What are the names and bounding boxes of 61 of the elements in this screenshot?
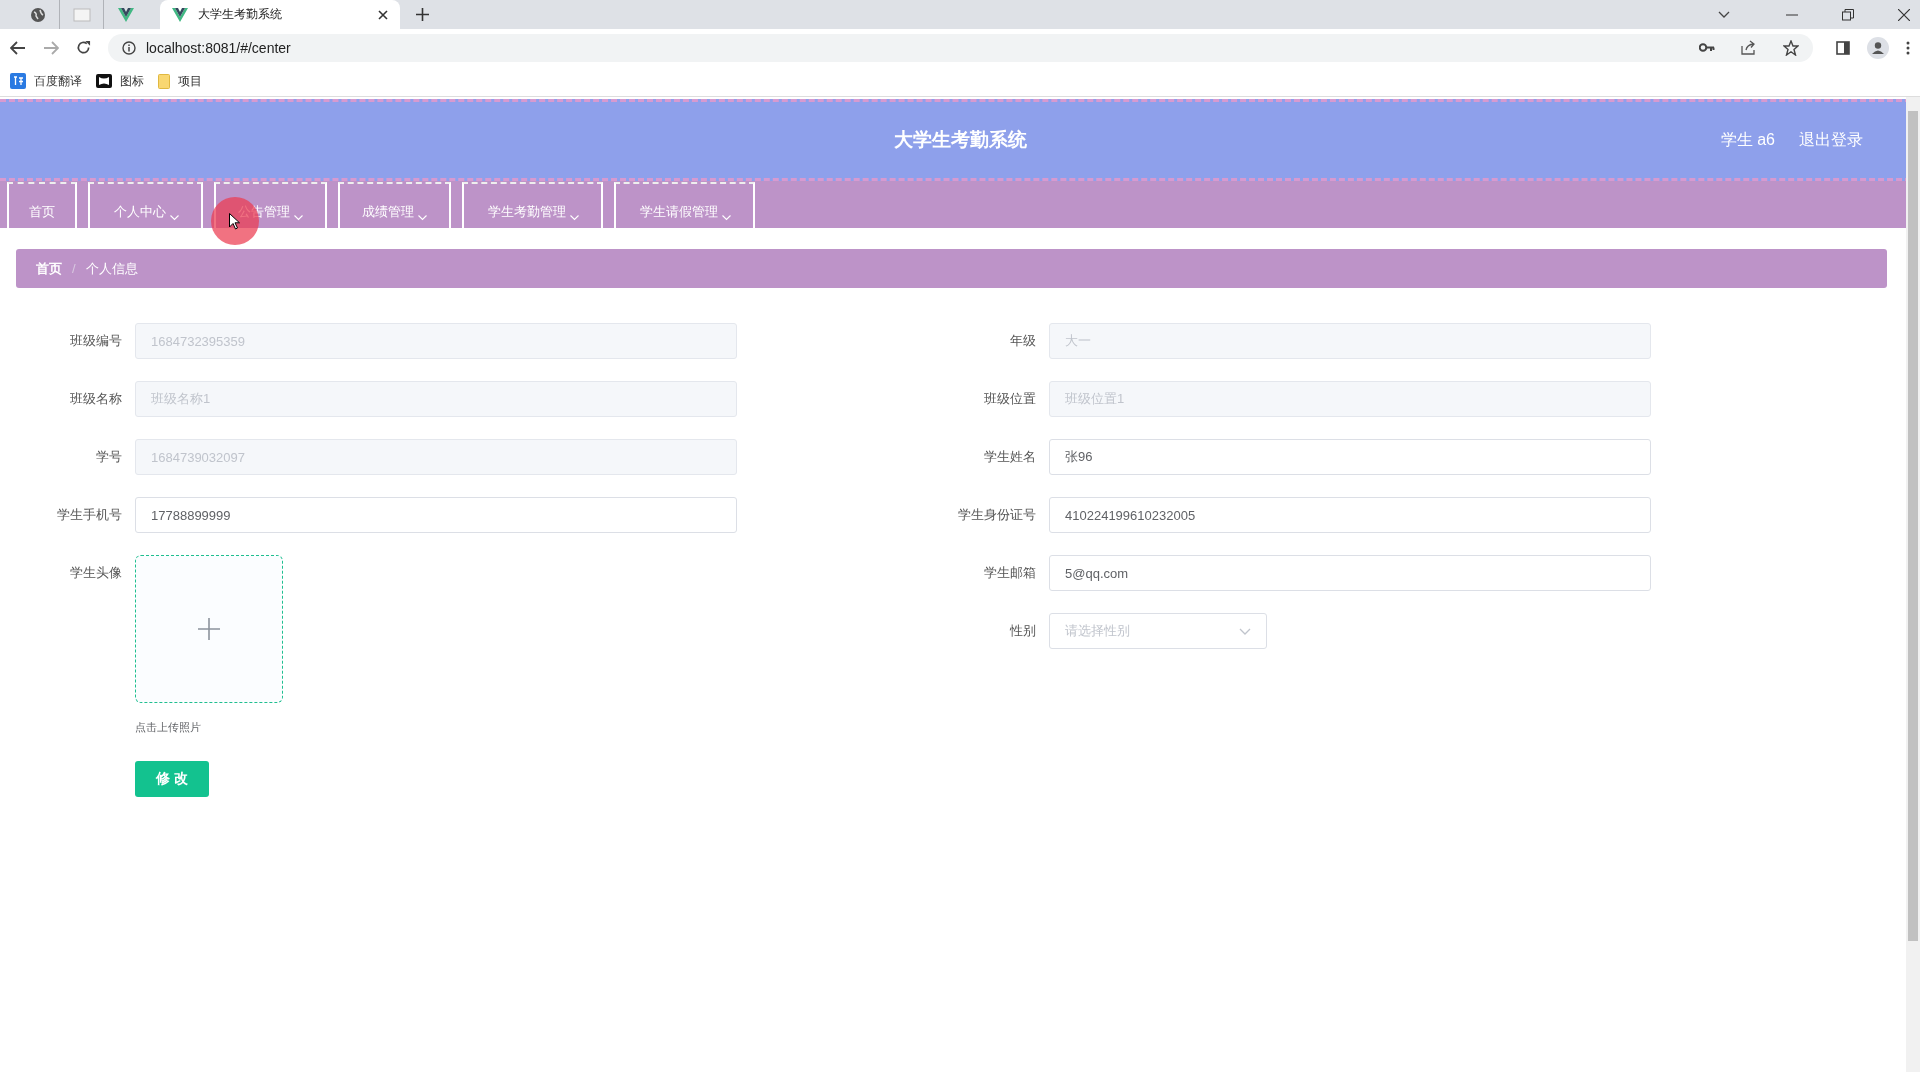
scrollbar[interactable] (1906, 97, 1920, 1072)
field-label: 性别 (1009, 622, 1037, 640)
translate-icon (10, 73, 26, 89)
chevron-down-icon[interactable] (1718, 10, 1730, 19)
breadcrumb-item: 个人信息 (85, 259, 138, 278)
field-label: 学生手机号 (56, 506, 123, 524)
text-field[interactable]: 张96 (1049, 439, 1651, 475)
logout-link[interactable]: 退出登录 (1799, 129, 1863, 151)
v-logo-icon[interactable] (118, 7, 134, 22)
field-label: 学生身份证号 (957, 506, 1037, 524)
more-vertical-icon[interactable] (1906, 40, 1910, 55)
reload-icon[interactable] (76, 40, 91, 55)
bookmark[interactable]: 图标 (96, 72, 144, 90)
text-field[interactable]: 17788899999 (135, 497, 737, 533)
folder-icon (158, 73, 170, 89)
close-icon[interactable] (1898, 8, 1910, 21)
star-icon[interactable] (1783, 39, 1799, 56)
field-label: 年级 (1009, 332, 1037, 350)
site-title: 大学生考勤系统 (893, 128, 1027, 152)
plus-icon[interactable] (416, 8, 429, 21)
bookmark[interactable]: 百度翻译 (10, 72, 82, 90)
submit-button[interactable]: 修 改 (135, 761, 209, 797)
minimize-icon[interactable] (1786, 13, 1798, 16)
upload-hint: 点击上传照片 (135, 720, 202, 735)
scrollbar-thumb[interactable] (1908, 111, 1918, 941)
nav-menu-item[interactable]: 学生请假管理 (614, 182, 755, 228)
gender-select[interactable]: 请选择性别 (1049, 613, 1267, 649)
close-icon[interactable] (378, 9, 388, 20)
field-label: 班级名称 (69, 390, 123, 408)
address-bar[interactable]: localhost:8081/#/center (108, 33, 1813, 62)
profile-icon[interactable] (1867, 36, 1889, 59)
tab-title: 大学生考勤系统 (198, 6, 283, 23)
v-logo-icon (172, 7, 188, 22)
field-label: 学号 (95, 448, 123, 466)
user-name: 学生 a6 (1720, 129, 1775, 150)
globe-icon[interactable] (29, 6, 46, 23)
key-icon[interactable] (1699, 43, 1715, 52)
breadcrumb-separator: / (72, 261, 76, 276)
nav-menu-item[interactable]: 个人中心 (88, 182, 203, 228)
field-label: 学生邮箱 (983, 564, 1037, 582)
field-label: 班级位置 (983, 390, 1037, 408)
bookmark[interactable]: 项目 (158, 72, 202, 90)
info-icon (122, 40, 136, 55)
field-label: 班级编号 (69, 332, 123, 350)
browser-tab[interactable]: 大学生考勤系统 (160, 0, 400, 29)
share-icon[interactable] (1741, 40, 1757, 55)
flag-icon (96, 74, 112, 88)
breadcrumb-item[interactable]: 首页 (36, 259, 62, 278)
side-panel-icon[interactable] (1836, 40, 1850, 55)
chevron-down-icon (1239, 627, 1251, 635)
restore-icon[interactable] (1842, 8, 1854, 21)
nav-menu-item[interactable]: 成绩管理 (338, 182, 451, 228)
nav-menu-item[interactable]: 首页 (7, 182, 77, 228)
back-arrow-icon[interactable] (10, 40, 26, 55)
mouse-cursor-icon (229, 213, 240, 230)
nav-menu-item[interactable]: 学生考勤管理 (462, 182, 603, 228)
text-field[interactable]: 410224199610232005 (1049, 497, 1651, 533)
text-field[interactable]: 5@qq.com (1049, 555, 1651, 591)
field-label: 学生头像 (69, 564, 123, 582)
plus-icon (198, 618, 220, 640)
field-label: 学生姓名 (983, 448, 1037, 466)
